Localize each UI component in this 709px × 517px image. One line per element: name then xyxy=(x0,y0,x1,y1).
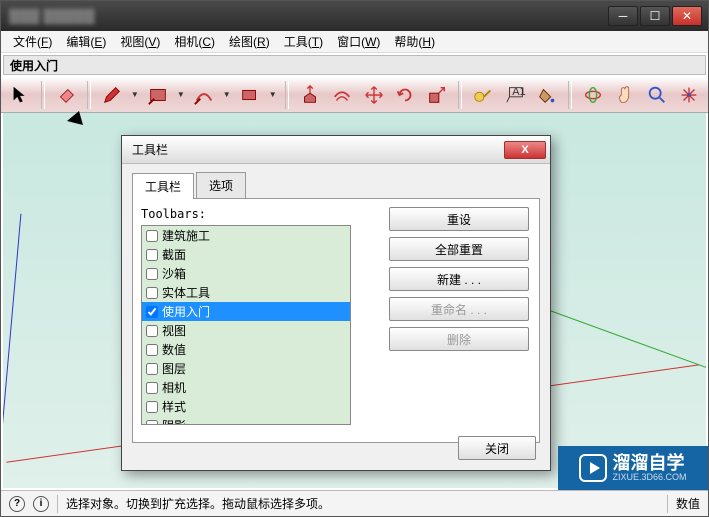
toolbar-list-item[interactable]: 相机 xyxy=(142,378,350,397)
zoom-tool[interactable] xyxy=(644,82,670,108)
status-bar: ? i 选择对象。切换到扩充选择。拖动鼠标选择多项。 数值 xyxy=(1,490,708,516)
status-info-icon[interactable]: i xyxy=(33,496,49,512)
toolbar-list-item[interactable]: 视图 xyxy=(142,321,350,340)
toolbar-item-checkbox[interactable] xyxy=(146,363,158,375)
dialog-titlebar: 工具栏 X xyxy=(122,136,550,164)
offset-tool[interactable] xyxy=(329,82,355,108)
pan-tool[interactable] xyxy=(612,82,638,108)
toolbar-list-item[interactable]: 样式 xyxy=(142,397,350,416)
paint-bucket-tool[interactable] xyxy=(534,82,560,108)
toolbars-dialog: 工具栏 X 工具栏 选项 Toolbars: 建筑施工截面沙箱实体工具使用入门视… xyxy=(121,135,551,471)
toolbar-list-item[interactable]: 阴影 xyxy=(142,416,350,425)
toolbar-item-label: 相机 xyxy=(162,379,186,396)
title-bar: ▓▓▓ ▓▓▓▓▓ ─ ☐ ✕ xyxy=(1,1,708,31)
toolbar-item-checkbox[interactable] xyxy=(146,230,158,242)
rename-button: 重命名 . . . xyxy=(389,297,529,321)
app-window: ▓▓▓ ▓▓▓▓▓ ─ ☐ ✕ 文件(F)编辑(E)视图(V)相机(C)绘图(R… xyxy=(0,0,709,517)
toolbar-item-checkbox[interactable] xyxy=(146,268,158,280)
menu-w[interactable]: 窗口(W) xyxy=(331,31,386,52)
menu-r[interactable]: 绘图(R) xyxy=(223,31,276,52)
toolbar-item-label: 建筑施工 xyxy=(162,227,210,244)
toolbar-item-label: 实体工具 xyxy=(162,284,210,301)
maximize-button[interactable]: ☐ xyxy=(640,6,670,26)
toolbar-item-label: 样式 xyxy=(162,398,186,415)
toolbar-item-label: 阴影 xyxy=(162,417,186,425)
dialog-close-footer-button[interactable]: 关闭 xyxy=(458,436,536,460)
tab-toolbars[interactable]: 工具栏 xyxy=(132,173,194,199)
tab-toolbars-panel: Toolbars: 建筑施工截面沙箱实体工具使用入门视图数值图层相机样式阴影 重… xyxy=(132,199,540,443)
tape-measure-tool[interactable] xyxy=(470,82,496,108)
status-help-icon[interactable]: ? xyxy=(9,496,25,512)
status-value-label: 数值 xyxy=(676,495,700,512)
arc-dropdown[interactable]: ▼ xyxy=(223,90,231,99)
menu-c[interactable]: 相机(C) xyxy=(168,31,221,52)
reset-all-button[interactable]: 全部重置 xyxy=(389,237,529,261)
watermark-brand: 溜溜自学 xyxy=(612,454,686,472)
text-tool[interactable]: A1 xyxy=(502,82,528,108)
app-title-blurred: ▓▓▓ ▓▓▓▓▓ xyxy=(9,7,95,23)
toolbar-item-label: 沙箱 xyxy=(162,265,186,282)
toolbar-item-checkbox[interactable] xyxy=(146,249,158,261)
toolbar-item-label: 图层 xyxy=(162,360,186,377)
main-toolbar: ▼ ▼ ▼ ▼ A1 xyxy=(1,77,708,113)
select-tool[interactable] xyxy=(7,82,33,108)
toolbar-item-label: 视图 xyxy=(162,322,186,339)
toolbar-list-item[interactable]: 截面 xyxy=(142,245,350,264)
dialog-title: 工具栏 xyxy=(132,141,168,158)
toolbar-list-item[interactable]: 实体工具 xyxy=(142,283,350,302)
tab-options[interactable]: 选项 xyxy=(196,172,246,198)
toolbar-name-strip: 使用入门 xyxy=(3,55,706,75)
scale-tool[interactable] xyxy=(424,82,450,108)
toolbar-item-checkbox[interactable] xyxy=(146,287,158,299)
delete-button: 删除 xyxy=(389,327,529,351)
toolbar-item-checkbox[interactable] xyxy=(146,306,158,318)
menu-e[interactable]: 编辑(E) xyxy=(60,31,112,52)
pushpull-tool[interactable] xyxy=(297,82,323,108)
svg-text:A1: A1 xyxy=(513,86,526,98)
toolbar-list-item[interactable]: 使用入门 xyxy=(142,302,350,321)
toolbar-list-item[interactable]: 建筑施工 xyxy=(142,226,350,245)
move-tool[interactable] xyxy=(361,82,387,108)
rectangle-dropdown[interactable]: ▼ xyxy=(177,90,185,99)
menu-h[interactable]: 帮助(H) xyxy=(388,31,441,52)
toolbar-list-item[interactable]: 沙箱 xyxy=(142,264,350,283)
rectangle-tool[interactable] xyxy=(145,82,171,108)
menu-bar: 文件(F)编辑(E)视图(V)相机(C)绘图(R)工具(T)窗口(W)帮助(H) xyxy=(1,31,708,53)
toolbars-listbox[interactable]: 建筑施工截面沙箱实体工具使用入门视图数值图层相机样式阴影 xyxy=(141,225,351,425)
toolbar-item-checkbox[interactable] xyxy=(146,382,158,394)
toolbar-item-label: 数值 xyxy=(162,341,186,358)
arc-tool[interactable] xyxy=(191,82,217,108)
orbit-tool[interactable] xyxy=(580,82,606,108)
dialog-close-button[interactable]: X xyxy=(504,141,546,159)
toolbar-item-checkbox[interactable] xyxy=(146,325,158,337)
toolbar-name-label: 使用入门 xyxy=(10,57,58,74)
pencil-dropdown[interactable]: ▼ xyxy=(131,90,139,99)
toolbar-item-checkbox[interactable] xyxy=(146,420,158,426)
toolbar-item-checkbox[interactable] xyxy=(146,401,158,413)
toolbar-item-checkbox[interactable] xyxy=(146,344,158,356)
toolbar-item-label: 截面 xyxy=(162,246,186,263)
minimize-button[interactable]: ─ xyxy=(608,6,638,26)
menu-t[interactable]: 工具(T) xyxy=(278,31,329,52)
shape-tool[interactable] xyxy=(237,82,263,108)
watermark: 溜溜自学 ZIXUE.3D66.COM xyxy=(558,446,708,490)
eraser-tool[interactable] xyxy=(53,82,79,108)
rotate-tool[interactable] xyxy=(393,82,419,108)
watermark-play-icon xyxy=(579,454,607,482)
axis-blue xyxy=(3,214,21,488)
zoom-extents-tool[interactable] xyxy=(676,82,702,108)
status-text: 选择对象。切换到扩充选择。拖动鼠标选择多项。 xyxy=(66,495,330,512)
menu-f[interactable]: 文件(F) xyxy=(7,31,58,52)
dialog-tabs: 工具栏 选项 xyxy=(132,172,540,199)
toolbar-item-label: 使用入门 xyxy=(162,303,210,320)
close-button[interactable]: ✕ xyxy=(672,6,702,26)
menu-v[interactable]: 视图(V) xyxy=(114,31,166,52)
watermark-url: ZIXUE.3D66.COM xyxy=(612,472,686,482)
shape-dropdown[interactable]: ▼ xyxy=(269,90,277,99)
toolbar-list-item[interactable]: 图层 xyxy=(142,359,350,378)
new-button[interactable]: 新建 . . . xyxy=(389,267,529,291)
reset-button[interactable]: 重设 xyxy=(389,207,529,231)
pencil-tool[interactable] xyxy=(99,82,125,108)
toolbar-list-item[interactable]: 数值 xyxy=(142,340,350,359)
